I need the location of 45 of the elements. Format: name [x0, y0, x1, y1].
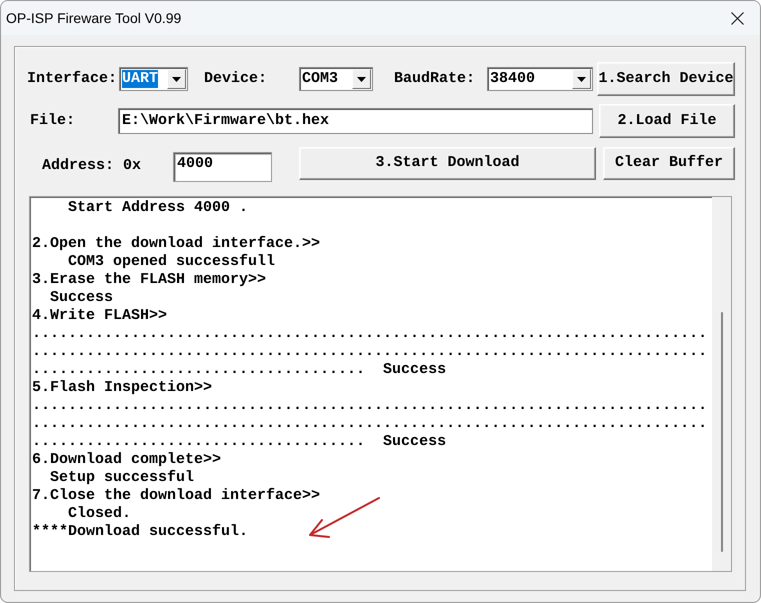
baudrate-combobox[interactable]: 38400	[487, 67, 594, 91]
log-line: ..................................... Success	[32, 433, 446, 451]
log-line: COM3 opened successfull	[67, 253, 276, 271]
caret-down-icon	[357, 76, 366, 82]
search-device-button[interactable]: 1.Search Device	[597, 62, 736, 96]
address-field[interactable]: 4000	[173, 152, 272, 182]
log-line: ...........................................................................	[32, 343, 708, 361]
dropdown-button[interactable]	[572, 69, 592, 89]
field-label: Interface:	[27, 68, 118, 89]
log-line: ..................................... Success	[32, 361, 446, 379]
device-combobox[interactable]: COM3	[299, 67, 374, 91]
interface-combobox[interactable]: UART	[119, 67, 188, 91]
log-line: 5.Flash Inspection>>	[32, 379, 212, 397]
log-line: 6.Download complete>>	[32, 451, 222, 469]
load-file-button[interactable]: 2.Load File	[599, 104, 736, 138]
field-label: Address: 0x	[42, 157, 142, 175]
log-line: 3.Erase the FLASH memory>>	[32, 271, 266, 289]
file-path-field[interactable]: E:\Work\Firmware\bt.hex	[118, 108, 594, 134]
log-line: ...........................................................................	[32, 325, 708, 343]
caret-down-icon	[577, 76, 586, 82]
log-line: 7.Close the download interface>>	[32, 487, 320, 505]
caret-down-icon	[172, 76, 182, 82]
log-line: Success	[49, 289, 114, 307]
log-line: ...........................................................................	[32, 397, 708, 415]
log-line: 4.Write FLASH>>	[32, 307, 168, 325]
field-label: File:	[30, 110, 76, 131]
log-line: 2.Open the download interface.>>	[32, 235, 320, 253]
close-icon	[730, 12, 744, 24]
log-line: ****Download successful.	[32, 523, 248, 541]
log-line: Start Address 4000 .	[67, 199, 248, 217]
combo-value: UART	[122, 70, 158, 88]
dropdown-button[interactable]	[352, 69, 372, 89]
field-label: Device:	[204, 68, 268, 89]
field-label: BaudRate:	[394, 68, 476, 89]
dropdown-button[interactable]	[167, 69, 186, 89]
clear-buffer-button[interactable]: Clear Buffer	[603, 147, 736, 180]
log-line: ...........................................................................	[32, 415, 708, 433]
log-line: Setup successful	[49, 469, 194, 487]
window-title: OP-ISP Fireware Tool V0.99	[6, 8, 182, 28]
log-line: Closed.	[67, 505, 132, 523]
combo-value: COM3	[302, 70, 338, 88]
start-download-button[interactable]: 3.Start Download	[299, 147, 596, 180]
scrollbar-thumb[interactable]	[720, 312, 722, 552]
combo-value: 38400	[490, 70, 536, 88]
scrollbar-track[interactable]	[712, 197, 731, 571]
